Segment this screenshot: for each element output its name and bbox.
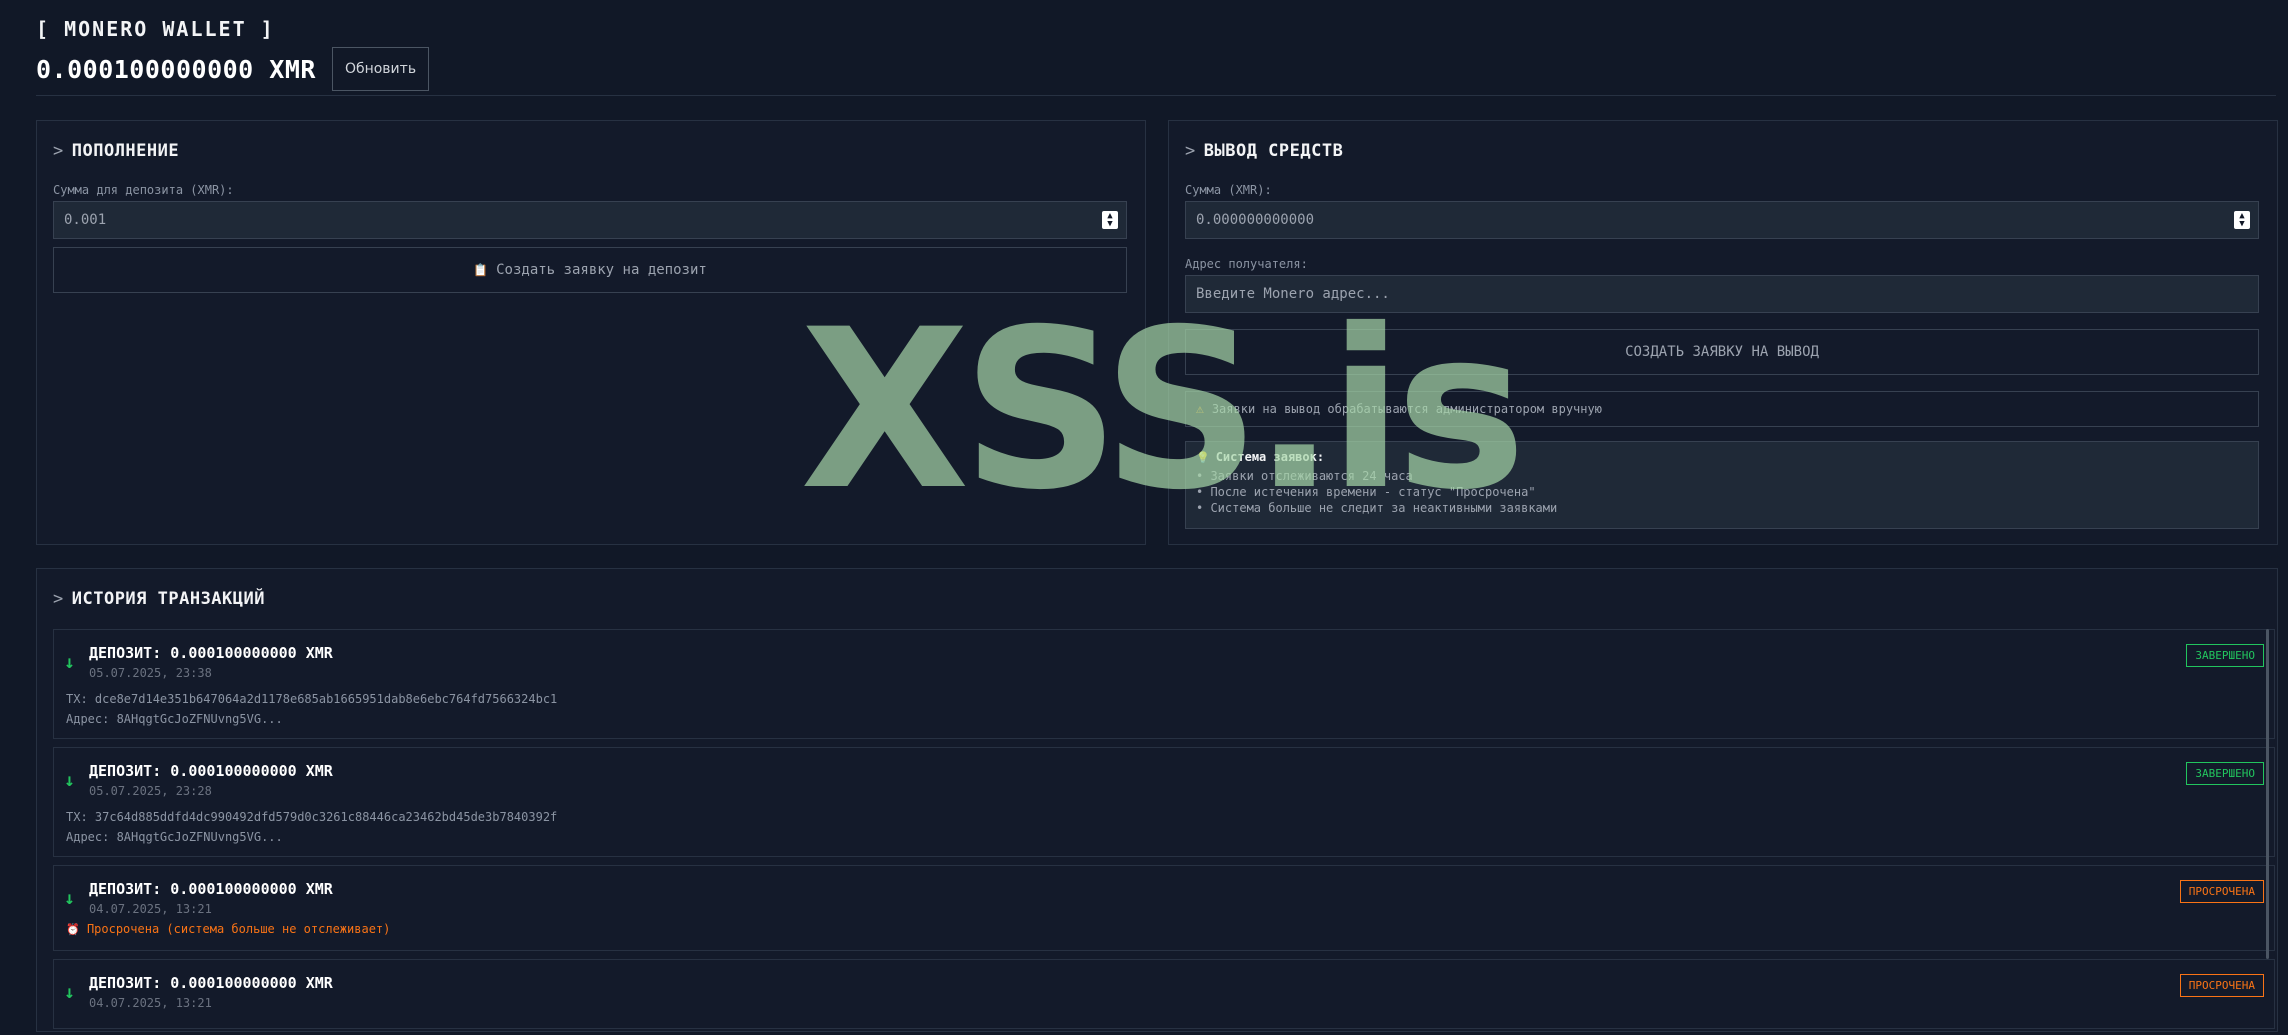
header-divider: [36, 95, 2276, 96]
withdraw-panel: > ВЫВОД СРЕДСТВ Сумма (XMR): 0.0000000000…: [1168, 120, 2278, 545]
withdraw-amount-input[interactable]: 0.000000000000 ▲ ▼: [1185, 201, 2259, 239]
history-panel-title: > ИСТОРИЯ ТРАНЗАКЦИЙ: [53, 589, 265, 609]
deposit-amount-input[interactable]: 0.001 ▲ ▼: [53, 201, 1127, 239]
info-line: • Заявки отслеживаются 24 часа: [1196, 469, 1413, 483]
status-badge: ЗАВЕРШЕНО: [2186, 762, 2264, 785]
transaction-date: 04.07.2025, 13:21: [89, 902, 212, 916]
prompt-glyph: >: [1185, 141, 1196, 161]
refresh-button[interactable]: Обновить: [331, 47, 430, 91]
arrow-down-icon: ↓: [64, 888, 75, 909]
create-deposit-button[interactable]: 📋 Создать заявку на депозит: [53, 247, 1127, 293]
alarm-icon: ⏰: [66, 923, 80, 936]
clipboard-icon: 📋: [473, 263, 489, 277]
transaction-expired-note: ⏰ Просрочена (система больше не отслежив…: [66, 922, 390, 936]
deposit-title-text: ПОПОЛНЕНИЕ: [71, 141, 180, 161]
transaction-date: 04.07.2025, 13:21: [89, 996, 212, 1010]
withdraw-panel-title: > ВЫВОД СРЕДСТВ: [1185, 141, 1343, 161]
transaction-item[interactable]: ↓ ДЕПОЗИТ: 0.000100000000 XMR 05.07.2025…: [53, 629, 2275, 739]
transaction-item[interactable]: ↓ ДЕПОЗИТ: 0.000100000000 XMR 05.07.2025…: [53, 747, 2275, 857]
withdraw-warning: ⚠ Заявки на вывод обрабатываются админис…: [1185, 391, 2259, 427]
balance-row: 0.000100000000 XMR Обновить: [36, 47, 430, 91]
transaction-title: ДЕПОЗИТ: 0.000100000000 XMR: [89, 644, 333, 662]
status-badge: ПРОСРОЧЕНА: [2179, 880, 2264, 903]
arrow-down-icon: ↓: [64, 982, 75, 1003]
create-deposit-label: Создать заявку на депозит: [496, 262, 707, 278]
wallet-balance: 0.000100000000 XMR: [36, 54, 316, 84]
create-withdraw-label: СОЗДАТЬ ЗАЯВКУ НА ВЫВОД: [1625, 344, 1819, 360]
transaction-item[interactable]: ↓ ДЕПОЗИТ: 0.000100000000 XMR 04.07.2025…: [53, 865, 2275, 951]
withdraw-title-text: ВЫВОД СРЕДСТВ: [1203, 141, 1344, 161]
withdraw-warning-text: Заявки на вывод обрабатываются администр…: [1211, 402, 1602, 416]
transaction-hash: TX: 37c64d885ddfd4dc990492dfd579d0c3261c…: [66, 810, 558, 824]
request-system-info: 💡 Система заявок: • Заявки отслеживаются…: [1185, 441, 2259, 529]
transaction-item[interactable]: ↓ ДЕПОЗИТ: 0.000100000000 XMR 04.07.2025…: [53, 959, 2275, 1029]
withdraw-amount-label: Сумма (XMR):: [1185, 183, 1272, 197]
status-badge: ЗАВЕРШЕНО: [2186, 644, 2264, 667]
status-badge: ПРОСРОЧЕНА: [2179, 974, 2264, 997]
history-title-text: ИСТОРИЯ ТРАНЗАКЦИЙ: [71, 589, 265, 609]
deposit-amount-label: Сумма для депозита (XMR):: [53, 183, 234, 197]
transaction-hash: TX: dce8e7d14e351b647064a2d1178e685ab166…: [66, 692, 558, 706]
prompt-glyph: >: [53, 589, 64, 609]
deposit-panel-title: > ПОПОЛНЕНИЕ: [53, 141, 179, 161]
withdraw-amount-stepper-icon[interactable]: ▲ ▼: [2234, 211, 2250, 229]
recipient-address-placeholder: Введите Monero адрес...: [1196, 286, 1390, 302]
deposit-amount-stepper-icon[interactable]: ▲ ▼: [1102, 211, 1118, 229]
bulb-icon: 💡: [1196, 450, 1210, 464]
warning-icon: ⚠: [1196, 401, 1204, 417]
arrow-down-icon: ↓: [64, 652, 75, 673]
arrow-down-icon: ↓: [64, 770, 75, 791]
recipient-address-label: Адрес получателя:: [1185, 257, 1308, 271]
transaction-date: 05.07.2025, 23:38: [89, 666, 212, 680]
deposit-amount-value: 0.001: [64, 212, 107, 228]
transaction-title: ДЕПОЗИТ: 0.000100000000 XMR: [89, 974, 333, 992]
transaction-address: Адрес: 8AHqgtGcJoZFNUvng5VG...: [66, 830, 283, 844]
transaction-title: ДЕПОЗИТ: 0.000100000000 XMR: [89, 762, 333, 780]
transaction-title: ДЕПОЗИТ: 0.000100000000 XMR: [89, 880, 333, 898]
deposit-panel: > ПОПОЛНЕНИЕ Сумма для депозита (XMR): 0.…: [36, 120, 1146, 545]
transaction-date: 05.07.2025, 23:28: [89, 784, 212, 798]
info-line: • Система больше не следит за неактивным…: [1196, 501, 1558, 515]
withdraw-amount-value: 0.000000000000: [1196, 212, 1315, 228]
transaction-address: Адрес: 8AHqgtGcJoZFNUvng5VG...: [66, 712, 283, 726]
info-title-text: Система заявок:: [1215, 450, 1325, 464]
expired-note-text: Просрочена (система больше не отслеживае…: [86, 922, 391, 936]
history-scrollbar[interactable]: [2266, 629, 2269, 959]
transaction-history-panel: > ИСТОРИЯ ТРАНЗАКЦИЙ ↓ ДЕПОЗИТ: 0.0001000…: [36, 568, 2278, 1032]
info-title: 💡 Система заявок:: [1196, 450, 2248, 464]
info-line: • После истечения времени - статус "Прос…: [1196, 485, 1536, 499]
create-withdraw-button[interactable]: СОЗДАТЬ ЗАЯВКУ НА ВЫВОД: [1185, 329, 2259, 375]
prompt-glyph: >: [53, 141, 64, 161]
wallet-header: [ MONERO WALLET ] 0.000100000000 XMR Обн…: [36, 16, 2276, 91]
recipient-address-input[interactable]: Введите Monero адрес...: [1185, 275, 2259, 313]
wallet-brand: [ MONERO WALLET ]: [36, 17, 275, 41]
